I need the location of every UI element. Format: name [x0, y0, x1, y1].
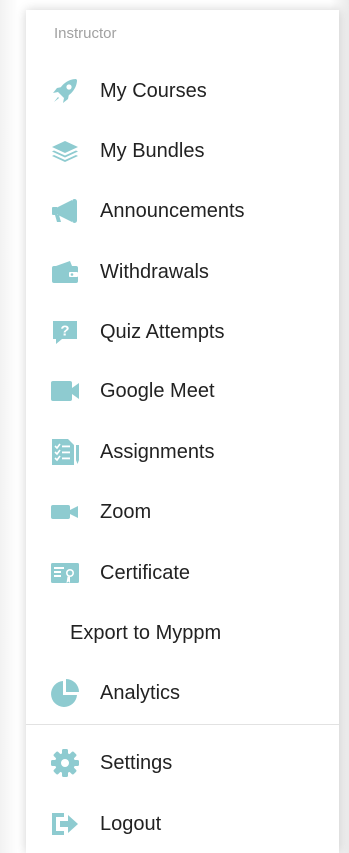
menu-label-announcements: Announcements [100, 199, 245, 222]
menu-label-assignments: Assignments [100, 440, 215, 463]
rocket-icon [50, 76, 84, 106]
menu-label-google-meet: Google Meet [100, 379, 215, 402]
layers-icon [50, 136, 84, 166]
menu-label-export: Export to Myppm [70, 621, 222, 644]
menu-label-zoom: Zoom [100, 500, 152, 523]
menu-label-analytics: Analytics [100, 681, 181, 704]
question-icon: ? [50, 317, 84, 347]
menu-item-logout[interactable]: Logout [50, 802, 161, 846]
wallet-icon [50, 257, 84, 287]
menu-label-my-courses: My Courses [100, 79, 207, 102]
video-camera-icon [50, 376, 84, 406]
menu-item-settings[interactable]: Settings [50, 741, 172, 785]
menu-label-certificate: Certificate [100, 561, 191, 584]
menu-item-google-meet[interactable]: Google Meet [50, 369, 215, 413]
menu-divider [26, 724, 339, 725]
checklist-icon [50, 437, 84, 467]
menu-item-analytics[interactable]: Analytics [50, 671, 180, 715]
megaphone-icon [50, 196, 84, 226]
menu-item-announcements[interactable]: Announcements [50, 189, 245, 233]
menu-item-withdrawals[interactable]: Withdrawals [50, 250, 209, 294]
section-label: Instructor [54, 25, 117, 42]
menu-label-settings: Settings [100, 751, 173, 774]
pie-chart-icon [50, 678, 84, 708]
menu-label-withdrawals: Withdrawals [100, 260, 209, 283]
instructor-menu-panel: Instructor My Courses My Bundles Announc… [26, 10, 339, 853]
certificate-icon [50, 558, 84, 588]
menu-label-quiz-attempts: Quiz Attempts [100, 320, 225, 343]
menu-label-logout: Logout [100, 812, 162, 835]
logout-icon [50, 809, 84, 839]
menu-item-my-courses[interactable]: My Courses [50, 69, 207, 113]
menu-item-assignments[interactable]: Assignments [50, 430, 215, 474]
menu-item-certificate[interactable]: Certificate [50, 551, 190, 595]
menu-item-zoom[interactable]: Zoom [50, 490, 151, 534]
menu-label-my-bundles: My Bundles [100, 139, 205, 162]
menu-item-export[interactable]: Export to Myppm [50, 611, 221, 655]
gear-icon [50, 748, 84, 778]
svg-text:?: ? [60, 323, 69, 340]
menu-item-quiz-attempts[interactable]: ? Quiz Attempts [50, 310, 225, 354]
video-icon [50, 497, 84, 527]
menu-item-my-bundles[interactable]: My Bundles [50, 129, 205, 173]
